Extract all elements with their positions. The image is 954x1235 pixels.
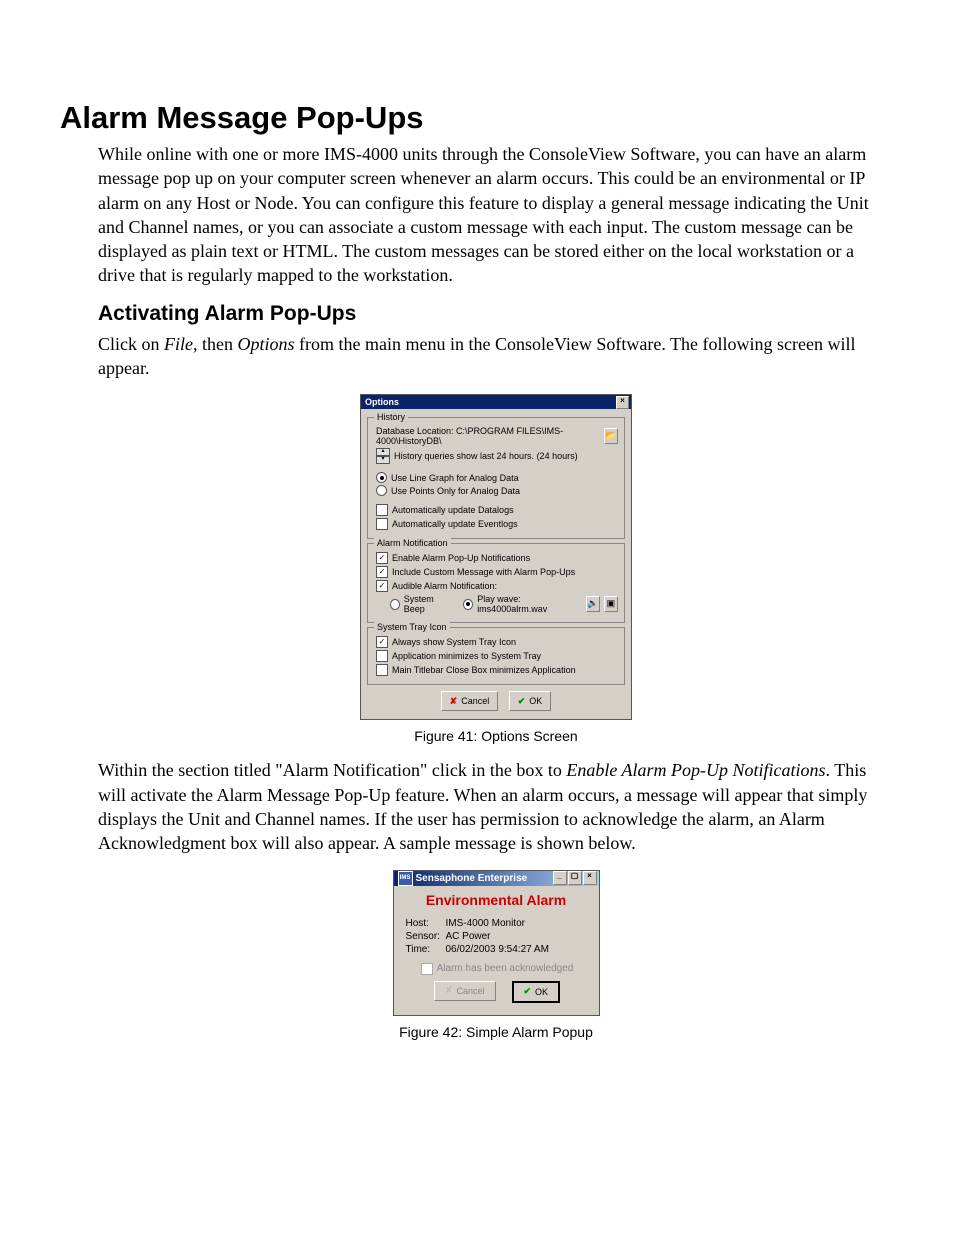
audible-checkbox[interactable]: ✓ [376,580,388,592]
include-custom-checkbox[interactable]: ✓ [376,566,388,578]
activate-instructions: Click on File, then Options from the mai… [98,332,894,381]
auto-datalogs-checkbox[interactable] [376,504,388,516]
minimize-icon[interactable]: _ [553,871,567,885]
line-graph-label: Use Line Graph for Analog Data [391,473,519,483]
system-beep-label: System Beep [404,594,450,614]
maximize-icon[interactable]: ▢ [568,871,582,885]
alarm-type-title: Environmental Alarm [394,886,599,912]
app-icon: IMS [398,871,413,886]
close-icon[interactable]: × [616,396,629,409]
always-show-checkbox[interactable]: ✓ [376,636,388,648]
points-only-label: Use Points Only for Analog Data [391,486,520,496]
figure-42-caption: Figure 42: Simple Alarm Popup [98,1024,894,1040]
time-value: 06/02/2003 9:54:27 AM [446,944,549,955]
points-only-radio[interactable] [376,485,387,496]
alarm-legend: Alarm Notification [374,538,451,548]
alarm-notification-text: Within the section titled "Alarm Notific… [98,758,894,855]
db-location-label: Database Location: C:\PROGRAM FILES\IMS-… [376,426,600,446]
audible-label: Audible Alarm Notification: [392,581,497,591]
system-beep-radio[interactable] [390,599,400,610]
enable-popup-label: Enable Alarm Pop-Up Notifications [392,553,530,563]
check-icon: ✔ [518,696,526,707]
check-icon: ✔ [524,986,532,997]
auto-eventlogs-checkbox[interactable] [376,518,388,530]
line-graph-radio[interactable] [376,472,387,483]
options-title: Options [365,395,399,409]
ack-checkbox [421,963,433,975]
section-title: Activating Alarm Pop-Ups [98,302,894,326]
history-group: History Database Location: C:\PROGRAM FI… [367,417,625,539]
enable-popup-checkbox[interactable]: ✓ [376,552,388,564]
auto-eventlogs-label: Automatically update Eventlogs [392,519,518,529]
queries-label: History queries show last 24 hours. (24 … [394,451,578,461]
cancel-button[interactable]: ✘Cancel [441,691,499,711]
sensor-value: AC Power [446,931,491,942]
popup-cancel-button[interactable]: ✘Cancel [434,981,496,1001]
host-label: Host: [406,918,446,929]
play-wave-radio[interactable] [463,599,473,610]
ack-text: Alarm has been acknowledged [437,963,574,974]
tray-legend: System Tray Icon [374,622,450,632]
close-minimize-label: Main Titlebar Close Box minimizes Applic… [392,665,576,675]
alarm-group: Alarm Notification ✓ Enable Alarm Pop-Up… [367,543,625,623]
minimize-tray-label: Application minimizes to System Tray [392,651,541,661]
tray-group: System Tray Icon ✓ Always show System Tr… [367,627,625,685]
page-title: Alarm Message Pop-Ups [60,100,894,136]
speaker-icon[interactable]: 🔈 [586,596,600,612]
intro-text: While online with one or more IMS-4000 u… [98,142,894,288]
x-icon: ✘ [445,985,453,996]
figure-41-caption: Figure 41: Options Screen [98,728,894,744]
host-value: IMS-4000 Monitor [446,918,525,929]
always-show-label: Always show System Tray Icon [392,637,516,647]
play-wave-label: Play wave: ims4000alrm.wav [477,594,578,614]
folder-icon[interactable]: 📂 [604,428,618,444]
options-dialog: Options × History Database Location: C:\… [360,394,632,720]
ok-button[interactable]: ✔OK [509,691,552,711]
close-minimize-checkbox[interactable] [376,664,388,676]
popup-ok-button[interactable]: ✔OK [512,981,561,1003]
include-custom-label: Include Custom Message with Alarm Pop-Up… [392,567,575,577]
time-label: Time: [406,944,446,955]
popup-title: Sensaphone Enterprise [416,871,528,886]
hours-spinner[interactable]: ▴▾ [376,448,390,464]
sensor-label: Sensor: [406,931,446,942]
browse-sound-icon[interactable]: ▣ [604,596,618,612]
minimize-tray-checkbox[interactable] [376,650,388,662]
close-icon[interactable]: × [583,871,597,885]
alarm-popup: IMS Sensaphone Enterprise _ ▢ × Environm… [393,870,600,1016]
auto-datalogs-label: Automatically update Datalogs [392,505,514,515]
x-icon: ✘ [450,696,458,707]
history-legend: History [374,412,408,422]
